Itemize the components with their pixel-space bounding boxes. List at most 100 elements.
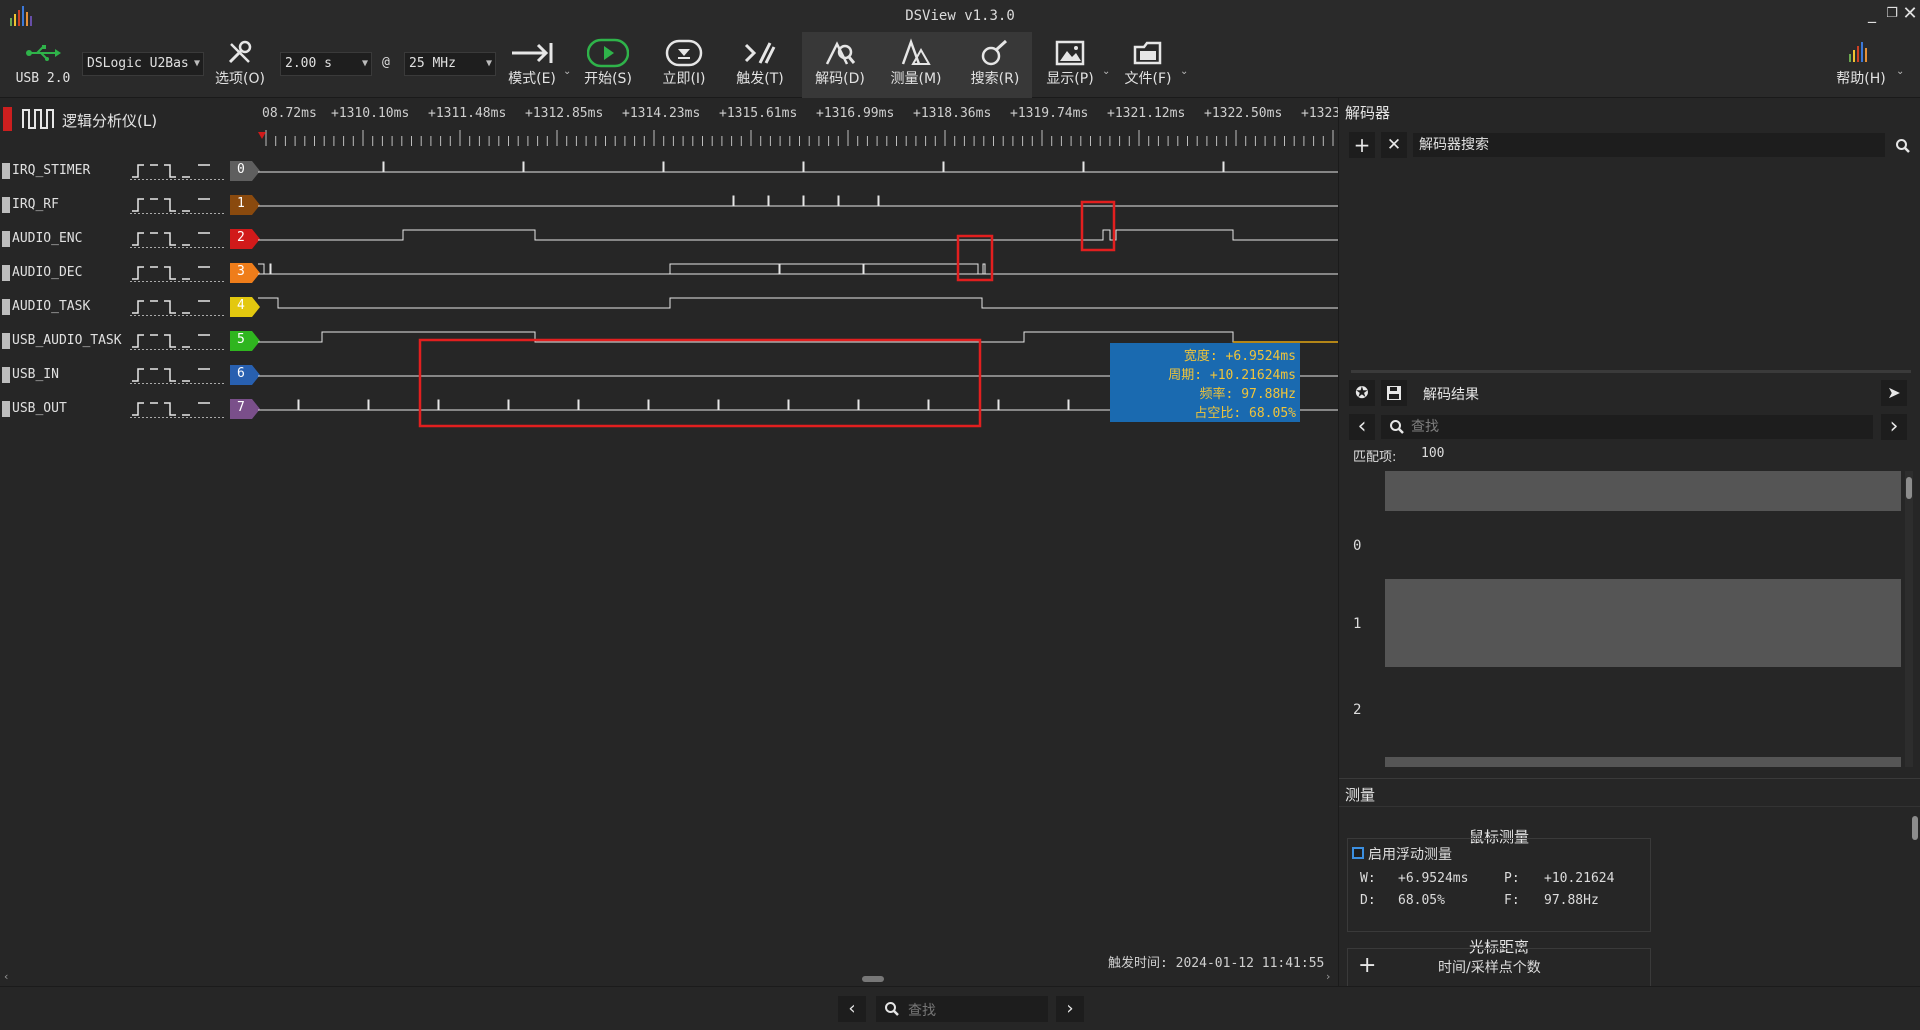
chevron-down-icon: ▼ <box>361 58 368 69</box>
measure-button[interactable]: 测量(M) <box>886 36 946 96</box>
add-cursor-button[interactable]: + <box>1358 953 1376 978</box>
logic-analyzer-tab[interactable]: 逻辑分析仪(L) <box>0 98 260 140</box>
window-title: DSView v1.3.0 <box>905 8 1015 24</box>
channel-color-marker[interactable] <box>2 367 10 383</box>
help-icon <box>1849 42 1867 62</box>
file-label: 文件(F) <box>1124 71 1172 87</box>
save-icon <box>1387 386 1401 400</box>
trigger-type-selector[interactable] <box>130 298 226 316</box>
duration-value: 2.00 s <box>285 56 332 71</box>
trigger-type-selector[interactable] <box>130 366 226 384</box>
trigger-type-selector[interactable] <box>130 332 226 350</box>
save-results-button[interactable] <box>1381 380 1407 406</box>
scroll-left-icon[interactable]: ‹ <box>4 970 8 983</box>
channel-index-badge[interactable] <box>230 195 260 215</box>
restore-icon[interactable]: ❐ <box>1882 4 1902 24</box>
channel-index-badge[interactable] <box>230 263 260 283</box>
decoder-panel-title: 解码器 <box>1345 104 1391 122</box>
decoder-search-input[interactable]: 解码器搜索 <box>1413 133 1885 157</box>
channel-color-marker[interactable] <box>2 231 10 247</box>
play-icon <box>587 38 629 68</box>
help-button[interactable]: 帮助(H) <box>1828 36 1894 96</box>
channel-name[interactable]: AUDIO_ENC <box>12 231 82 246</box>
bottom-search-input[interactable]: 查找 <box>876 996 1048 1022</box>
usb-label: USB 2.0 <box>15 71 71 86</box>
panel-splitter[interactable] <box>1351 370 1911 373</box>
waveform-area: 逻辑分析仪(L) 08.72ms +1310.10ms +1311.48ms +131… <box>0 98 1348 983</box>
channel-color-marker[interactable] <box>2 401 10 417</box>
display-button[interactable]: 显示(P) <box>1040 36 1100 96</box>
cursor-distance-subtitle: 时间/采样点个数 <box>1438 960 1541 976</box>
options-label: 选项(O) <box>215 71 265 87</box>
chevron-down-icon: ⌄ <box>1180 66 1189 77</box>
measure-period: 周期: +10.21624ms <box>1168 368 1296 383</box>
instant-button[interactable]: 立即(I) <box>654 36 714 96</box>
channel-color-marker[interactable] <box>2 299 10 315</box>
chevron-down-icon: ▼ <box>193 58 200 69</box>
remove-decoder-button[interactable]: ✕ <box>1381 132 1407 158</box>
result-row-partial <box>1385 757 1901 767</box>
scroll-right-icon[interactable]: › <box>1326 970 1330 983</box>
channel-color-marker[interactable] <box>2 197 10 213</box>
channel-index-badge[interactable] <box>230 161 260 181</box>
channel-index-badge[interactable] <box>230 365 260 385</box>
channel-color-marker[interactable] <box>2 163 10 179</box>
duration-select[interactable]: 2.00 s ▼ <box>280 52 372 76</box>
decode-results-table[interactable] <box>1385 471 1901 767</box>
minimize-icon[interactable]: _ <box>1862 4 1882 24</box>
trigger-type-selector[interactable] <box>130 162 226 180</box>
trigger-type-selector[interactable] <box>130 400 226 418</box>
result-row-index: 1 <box>1353 616 1362 632</box>
results-find-input[interactable]: 查找 <box>1381 415 1873 439</box>
trigger-type-selector[interactable] <box>130 196 226 214</box>
trigger-type-selector[interactable] <box>130 264 226 282</box>
file-button[interactable]: 文件(F) <box>1118 36 1178 96</box>
channel-index-badge[interactable] <box>230 297 260 317</box>
results-next-button[interactable]: › <box>1881 414 1907 440</box>
measure-scrollbar[interactable] <box>1911 814 1919 982</box>
channel-name[interactable]: AUDIO_TASK <box>12 299 90 314</box>
measure-scrollbar-thumb[interactable] <box>1912 816 1918 840</box>
match-count: 100 <box>1421 446 1445 461</box>
channel-index-badge[interactable] <box>230 229 260 249</box>
channel-waveform <box>258 263 1338 275</box>
search-next-button[interactable]: › <box>1056 996 1084 1022</box>
results-prev-button[interactable]: ‹ <box>1349 414 1375 440</box>
results-scrollbar[interactable] <box>1905 471 1913 767</box>
add-decoder-button[interactable]: + <box>1349 132 1375 158</box>
locate-icon[interactable]: ➤ <box>1881 380 1907 406</box>
time-ruler[interactable]: 08.72ms +1310.10ms +1311.48ms +1312.85ms +13… <box>258 98 1348 148</box>
channel-name[interactable]: IRQ_STIMER <box>12 163 90 178</box>
samplerate-select[interactable]: 25 MHz ▼ <box>404 52 496 76</box>
result-row-highlight[interactable] <box>1385 579 1901 667</box>
channel-name[interactable]: USB_AUDIO_TASK <box>12 333 122 348</box>
channel-name[interactable]: AUDIO_DEC <box>12 265 82 280</box>
match-label: 匹配项: <box>1353 450 1397 465</box>
channel-index-badge[interactable] <box>230 331 260 351</box>
start-button[interactable]: 开始(S) <box>578 36 638 96</box>
device-select[interactable]: DSLogic U2Bas ▼ <box>82 52 204 76</box>
search-icon[interactable] <box>1895 138 1911 154</box>
search-prev-button[interactable]: ‹ <box>838 996 866 1022</box>
channel-name[interactable]: USB_IN <box>12 367 59 382</box>
decode-button[interactable]: 解码(D) <box>810 36 870 96</box>
horizontal-scrollbar[interactable]: ‹ › <box>0 970 1338 984</box>
scrollbar-thumb[interactable] <box>862 976 884 982</box>
decode-options-icon[interactable]: ✪ <box>1349 380 1375 406</box>
channel-color-marker[interactable] <box>2 265 10 281</box>
trigger-type-selector[interactable] <box>130 230 226 248</box>
cursor-distance-panel: + 时间/采样点个数 <box>1347 948 1651 986</box>
channel-name[interactable]: IRQ_RF <box>12 197 59 212</box>
channel-index-badge[interactable] <box>230 399 260 419</box>
trigger-button[interactable]: 触发(T) <box>730 36 790 96</box>
close-icon[interactable]: ✕ <box>1900 4 1920 24</box>
results-scrollbar-thumb[interactable] <box>1906 477 1912 499</box>
options-button[interactable]: 选项(O) <box>210 36 270 96</box>
channel-color-marker[interactable] <box>2 333 10 349</box>
float-measure-checkbox[interactable] <box>1352 847 1364 859</box>
channel-name[interactable]: USB_OUT <box>12 401 67 416</box>
search-button[interactable]: 搜索(R) <box>964 36 1026 96</box>
folder-icon <box>1133 41 1162 65</box>
channel-index: 0 <box>237 162 245 177</box>
mode-button[interactable]: 模式(E) <box>502 36 562 96</box>
